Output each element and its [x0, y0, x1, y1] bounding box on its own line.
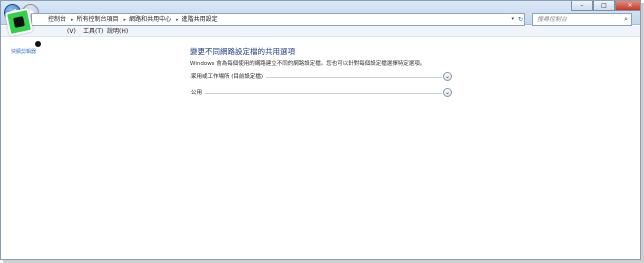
close-button[interactable]: ✕: [615, 1, 640, 11]
chevron-down-icon[interactable]: ⌄: [443, 72, 452, 81]
page-description: Windows 會為每個使用的網路建立不同的網路設定檔。您也可以針對每個設定檔選…: [190, 61, 426, 67]
main-content: 變更不同網路設定檔的共用選項 Windows 會為每個使用的網路建立不同的網路設…: [1, 38, 640, 259]
search-icon[interactable]: ⌕: [624, 14, 628, 25]
profile-section-public[interactable]: 公用 ⌄: [190, 88, 452, 98]
snipping-badge-icon: [4, 7, 34, 37]
section-divider: [190, 93, 442, 94]
control-panel-window: ◀ ▶ 控制台▸所有控制台項目▸網路和共用中心▸進階共用設定 ▾ ↻ 搜尋控制台…: [0, 0, 641, 260]
breadcrumb-separator[interactable]: ▸: [71, 17, 74, 23]
breadcrumb-item[interactable]: 網路和共用中心: [129, 16, 171, 23]
address-dropdown-icon[interactable]: ▾: [511, 14, 514, 25]
menu-help[interactable]: 說明(H): [107, 26, 128, 37]
section-label[interactable]: 公用: [191, 88, 206, 96]
minimize-button[interactable]: –: [571, 1, 593, 11]
chevron-down-icon[interactable]: ⌄: [443, 88, 452, 97]
search-input[interactable]: 搜尋控制台 ⌕: [532, 13, 632, 26]
badge-caption: 快顯剪輯器: [11, 49, 37, 55]
breadcrumb-separator[interactable]: ▸: [176, 17, 179, 23]
address-bar[interactable]: 控制台 ▸ 所有控制台項目 ▸ 網路和共用中心 ▸ 進階共用設定 ▾ ↻: [31, 13, 525, 26]
refresh-icon[interactable]: ↻: [518, 14, 523, 25]
breadcrumb-separator[interactable]: ▸: [124, 17, 127, 23]
profile-section-home-work[interactable]: 家用或工作場所 (目前設定檔) ⌄: [190, 72, 452, 82]
page-title: 變更不同網路設定檔的共用選項: [190, 47, 295, 56]
breadcrumb-item[interactable]: 所有控制台項目: [77, 16, 119, 23]
badge-center-icon: [13, 16, 25, 28]
search-placeholder: 搜尋控制台: [537, 16, 568, 23]
breadcrumb-item[interactable]: 進階共用設定: [182, 16, 218, 23]
menu-view[interactable]: (V): [67, 26, 76, 37]
menu-tools[interactable]: 工具(T): [83, 26, 103, 37]
title-address-bar: ◀ ▶ 控制台▸所有控制台項目▸網路和共用中心▸進階共用設定 ▾ ↻ 搜尋控制台…: [1, 1, 640, 26]
menu-bar: 檔案 (V) 工具(T) 說明(H): [1, 26, 640, 37]
cursor-dot-icon: [35, 41, 41, 47]
window-controls: – □ ✕: [571, 1, 640, 12]
maximize-button[interactable]: □: [593, 1, 615, 11]
breadcrumb-item[interactable]: 控制台: [48, 16, 66, 23]
section-label[interactable]: 家用或工作場所 (目前設定檔): [191, 72, 267, 80]
